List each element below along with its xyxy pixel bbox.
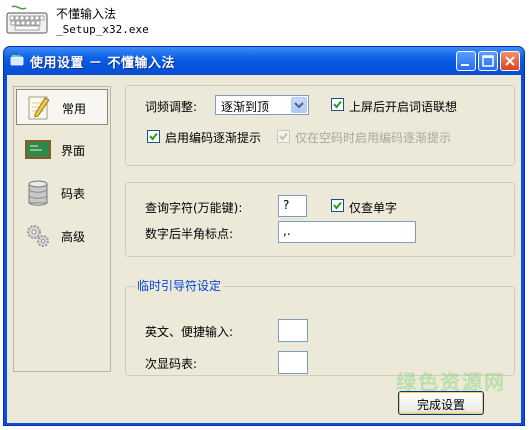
hint-space-checkbox[interactable]	[277, 130, 290, 143]
wildcard-input[interactable]: ?	[278, 195, 307, 217]
halfwidth-label: 数字后半角标点:	[145, 227, 234, 241]
title-bar[interactable]: 使用设置 － 不懂输入法	[4, 47, 524, 75]
freq-select[interactable]: 逐渐到顶	[215, 95, 309, 115]
check-icon	[149, 132, 158, 141]
database-icon	[24, 179, 52, 207]
keyboard-file-icon	[6, 5, 48, 35]
chevron-down-icon[interactable]	[291, 97, 307, 113]
category-nav: 常用 界面 码表 高级	[13, 86, 111, 372]
nav-item-advanced[interactable]: 高级	[16, 218, 108, 254]
wildcard-input-value: ?	[283, 198, 290, 212]
chalkboard-icon	[24, 136, 52, 164]
freq-label: 词频调整:	[145, 100, 198, 114]
file-name[interactable]: 不懂输入法 _Setup_x32.exe	[56, 7, 149, 37]
assoc-checkbox[interactable]	[331, 98, 344, 111]
nav-label-advanced: 高级	[61, 230, 86, 244]
window-title: 使用设置 － 不懂输入法	[30, 56, 176, 71]
maximize-icon	[482, 55, 494, 67]
minimize-button[interactable]	[456, 51, 476, 71]
app-icon	[10, 54, 24, 67]
halfwidth-input[interactable]: ,.	[278, 221, 416, 243]
wildcard-label: 查询字符(万能键):	[145, 201, 243, 215]
close-button[interactable]	[500, 51, 520, 71]
single-char-checkbox[interactable]	[331, 199, 344, 212]
guide-group-legend: 临时引导符设定	[135, 277, 224, 294]
halfwidth-input-value: ,.	[283, 224, 291, 238]
nav-label-codetable: 码表	[61, 187, 86, 201]
en-input-label: 英文、便捷输入:	[145, 325, 234, 339]
file-name-line2: _Setup_x32.exe	[56, 23, 149, 36]
maximize-button[interactable]	[478, 51, 498, 71]
hint-space-label: 仅在空码时启用编码逐渐提示	[295, 131, 452, 145]
nav-item-interface[interactable]: 界面	[16, 132, 108, 168]
done-button-label: 完成设置	[416, 398, 465, 412]
check-icon	[333, 201, 342, 210]
nav-item-codetable[interactable]: 码表	[16, 175, 108, 211]
secondary-label: 次显码表:	[145, 357, 198, 371]
nav-item-general[interactable]: 常用	[16, 89, 108, 125]
nav-label-interface: 界面	[61, 144, 86, 158]
check-icon	[333, 100, 342, 109]
minimize-icon	[461, 64, 469, 66]
hint-label: 启用编码逐渐提示	[165, 131, 262, 145]
pencil-notepad-icon	[25, 94, 53, 122]
single-char-label: 仅查单字	[349, 201, 398, 215]
gears-icon	[24, 222, 52, 250]
close-icon	[505, 56, 515, 66]
nav-label-general: 常用	[62, 102, 87, 116]
watermark-text: 绿色资源网	[396, 370, 506, 394]
general-group: 词频调整: 逐渐到顶 上屏后开启词语联想 启用编码逐渐提示 仅在空码时启用编码逐…	[125, 85, 515, 166]
freq-select-value: 逐渐到顶	[221, 100, 270, 114]
query-group: 查询字符(万能键): ? 仅查单字 数字后半角标点: ,.	[125, 182, 515, 257]
en-input[interactable]	[278, 319, 308, 342]
hint-checkbox[interactable]	[147, 130, 160, 143]
file-name-line1: 不懂输入法	[56, 7, 117, 21]
check-icon	[279, 132, 288, 141]
assoc-label: 上屏后开启词语联想	[349, 100, 458, 114]
guide-group: 英文、便捷输入: 次显码表:	[125, 286, 515, 376]
secondary-input[interactable]	[278, 351, 308, 374]
